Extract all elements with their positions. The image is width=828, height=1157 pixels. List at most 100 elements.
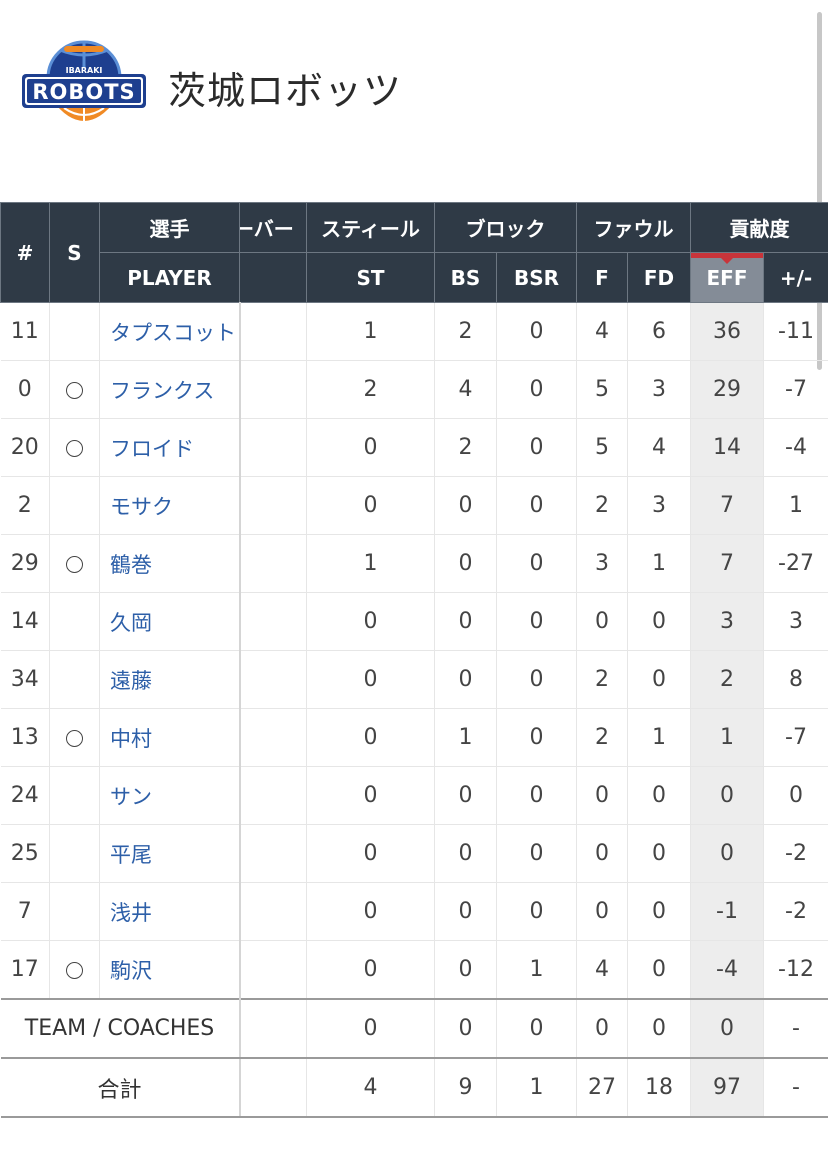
blocked-shot-received-cell: 0 <box>496 592 577 651</box>
plus-minus-cell: 1 <box>763 476 828 535</box>
player-name-link[interactable]: 平尾 <box>99 824 241 883</box>
foul-drawn-cell: 4 <box>627 418 691 477</box>
foul-cell: 0 <box>576 766 628 825</box>
player-name-link[interactable]: 中村 <box>99 708 241 767</box>
team-bsr: 0 <box>496 998 577 1059</box>
player-name-link[interactable]: サン <box>99 766 241 825</box>
foul-cell: 5 <box>576 418 628 477</box>
header-player-ja[interactable]: 選手 <box>99 202 240 253</box>
blocked-shot-received-cell: 1 <box>496 940 577 1000</box>
player-name-link[interactable]: 浅井 <box>99 882 241 941</box>
turnover-cell <box>239 476 307 535</box>
header-steal[interactable]: スティール <box>306 202 435 253</box>
player-name-link[interactable]: 鶴巻 <box>99 534 241 593</box>
steal-cell: 0 <box>306 476 435 535</box>
total-plus-minus: - <box>763 1058 828 1118</box>
blocked-shot-received-cell: 0 <box>496 418 577 477</box>
foul-drawn-cell: 1 <box>627 534 691 593</box>
header-turnover[interactable]: ーバー <box>239 202 307 253</box>
header-block[interactable]: ブロック <box>434 202 577 253</box>
efficiency-cell: 0 <box>690 824 764 883</box>
header-bs[interactable]: BS <box>434 252 497 303</box>
blocked-shot-received-cell: 0 <box>496 360 577 419</box>
player-row: 7 浅井 0 0 0 0 0 -1 -2 <box>0 882 828 941</box>
steal-cell: 1 <box>306 534 435 593</box>
steal-cell: 0 <box>306 824 435 883</box>
block-cell: 1 <box>434 708 497 767</box>
box-score-table: # S 選手 ーバー スティール ブロック ファウル 貢献度 PLAYER ST… <box>0 202 828 1118</box>
header-starter[interactable]: S <box>49 202 100 303</box>
team-bs: 0 <box>434 998 497 1059</box>
header-bsr[interactable]: BSR <box>496 252 577 303</box>
plus-minus-cell: 8 <box>763 650 828 709</box>
player-name-link[interactable]: 駒沢 <box>99 940 241 1000</box>
foul-drawn-cell: 0 <box>627 824 691 883</box>
player-row: 11 タプスコット 1 2 0 4 6 36 -11 <box>0 302 828 361</box>
header-player[interactable]: PLAYER <box>99 252 240 303</box>
header-f[interactable]: F <box>576 252 628 303</box>
header-contribution[interactable]: 貢献度 <box>690 202 828 253</box>
efficiency-cell: 36 <box>690 302 764 361</box>
header-turnover-sub[interactable] <box>239 252 307 303</box>
efficiency-cell: 2 <box>690 650 764 709</box>
steal-cell: 0 <box>306 708 435 767</box>
player-name-link[interactable]: フロイド <box>99 418 241 477</box>
turnover-cell <box>239 592 307 651</box>
player-name-link[interactable]: 遠藤 <box>99 650 241 709</box>
header-row-top: # S 選手 ーバー スティール ブロック ファウル 貢献度 <box>0 202 828 303</box>
steal-cell: 0 <box>306 940 435 1000</box>
steal-cell: 0 <box>306 650 435 709</box>
player-number: 29 <box>0 534 50 593</box>
total-eff: 97 <box>690 1058 764 1118</box>
player-name-link[interactable]: タプスコット <box>99 302 241 361</box>
blocked-shot-received-cell: 0 <box>496 766 577 825</box>
starter-circle-icon <box>66 555 83 573</box>
starter-cell <box>49 708 100 767</box>
block-cell: 0 <box>434 824 497 883</box>
header-foul[interactable]: ファウル <box>576 202 691 253</box>
steal-cell: 1 <box>306 302 435 361</box>
team-plus-minus: - <box>763 998 828 1059</box>
turnover-cell <box>239 708 307 767</box>
team-f: 0 <box>576 998 628 1059</box>
team-coaches-label: TEAM / COACHES <box>0 998 241 1059</box>
starter-circle-icon <box>66 381 83 399</box>
turnover-cell <box>239 766 307 825</box>
efficiency-cell: 0 <box>690 766 764 825</box>
blocked-shot-received-cell: 0 <box>496 708 577 767</box>
turnover-cell <box>239 824 307 883</box>
header-fd[interactable]: FD <box>627 252 691 303</box>
header-st[interactable]: ST <box>306 252 435 303</box>
total-turnover-cell <box>239 1058 307 1118</box>
player-number: 11 <box>0 302 50 361</box>
foul-drawn-cell: 0 <box>627 882 691 941</box>
player-name-link[interactable]: フランクス <box>99 360 241 419</box>
efficiency-cell: 7 <box>690 534 764 593</box>
player-name-link[interactable]: 久岡 <box>99 592 241 651</box>
blocked-shot-received-cell: 0 <box>496 650 577 709</box>
plus-minus-cell: 3 <box>763 592 828 651</box>
player-row: 17 駒沢 0 0 1 4 0 -4 -12 <box>0 940 828 1000</box>
foul-cell: 0 <box>576 882 628 941</box>
plus-minus-cell: -2 <box>763 824 828 883</box>
header-plus-minus[interactable]: +/- <box>763 252 828 303</box>
block-cell: 0 <box>434 766 497 825</box>
starter-cell <box>49 824 100 883</box>
player-name-link[interactable]: モサク <box>99 476 241 535</box>
turnover-cell <box>239 302 307 361</box>
starter-cell <box>49 534 100 593</box>
plus-minus-cell: -4 <box>763 418 828 477</box>
foul-drawn-cell: 3 <box>627 360 691 419</box>
block-cell: 0 <box>434 476 497 535</box>
player-row: 29 鶴巻 1 0 0 3 1 7 -27 <box>0 534 828 593</box>
starter-cell <box>49 476 100 535</box>
header-number[interactable]: # <box>0 202 50 303</box>
total-bs: 9 <box>434 1058 497 1118</box>
header-eff-sorted[interactable]: EFF <box>690 252 764 303</box>
player-row: 20 フロイド 0 2 0 5 4 14 -4 <box>0 418 828 477</box>
player-number: 20 <box>0 418 50 477</box>
team-logo: IBARAKI ROBOTS <box>22 40 146 130</box>
blocked-shot-received-cell: 0 <box>496 882 577 941</box>
player-number: 0 <box>0 360 50 419</box>
total-row: 合計 4 9 1 27 18 97 - <box>0 1058 828 1118</box>
